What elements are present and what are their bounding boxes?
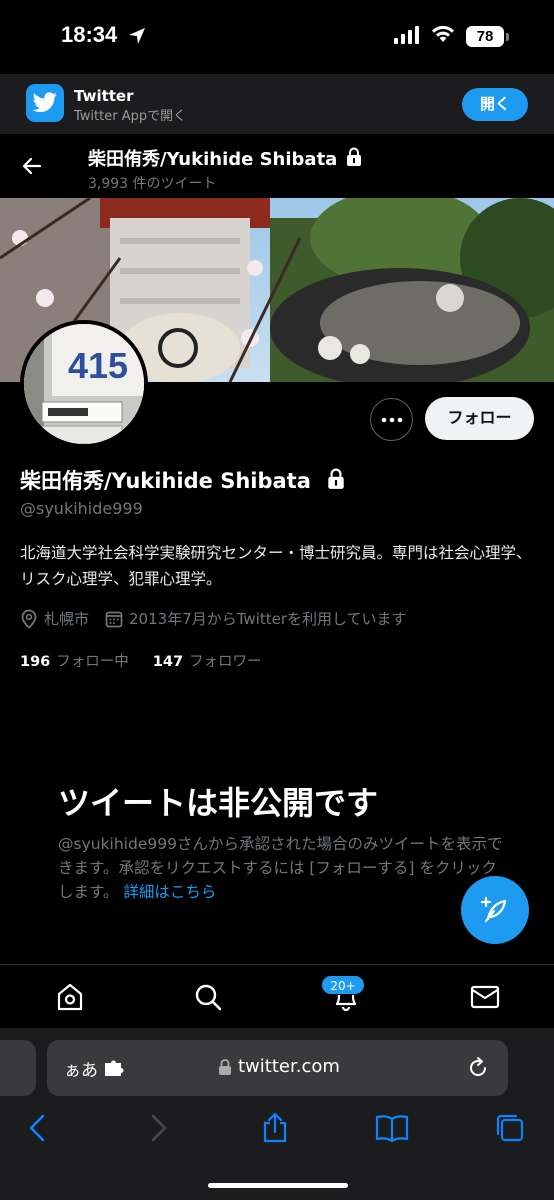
profile-display-name: 柴田侑秀/Yukihide Shibata [20, 469, 311, 493]
search-icon[interactable] [194, 982, 222, 1012]
back-chevron-icon[interactable] [26, 1112, 50, 1144]
profile-stats: 196 フォロー中 147 フォロワー [20, 650, 286, 671]
location-pin-icon [21, 609, 37, 629]
open-app-button[interactable]: 開く [462, 88, 528, 121]
location-arrow-icon [129, 28, 145, 44]
battery-indicator: 78 [466, 26, 504, 47]
header-tweet-count: 3,993 件のツイート [88, 176, 217, 192]
back-arrow-icon[interactable] [20, 154, 44, 178]
battery-tip [506, 33, 509, 41]
twitter-app-icon [26, 84, 64, 122]
more-options-button[interactable] [370, 398, 413, 441]
home-indicator [208, 1183, 348, 1188]
reload-icon[interactable] [466, 1055, 490, 1079]
profile-handle: @syukihide999 [20, 499, 143, 518]
calendar-icon [105, 611, 123, 627]
mail-icon[interactable] [470, 982, 500, 1012]
url-text[interactable]: twitter.com [238, 1056, 340, 1077]
private-tweets-description: @syukihide999さんから承認された場合のみツイートを表示できます。承認… [58, 832, 508, 904]
cellular-signal-icon [394, 26, 419, 44]
private-tweets-title: ツイートは非公開です [58, 784, 379, 822]
avatar-room-number: 415 [68, 345, 128, 386]
banner-app-name: Twitter [74, 87, 134, 105]
status-time: 18:34 [61, 22, 118, 47]
share-icon[interactable] [261, 1112, 289, 1144]
follow-button[interactable]: フォロー [425, 397, 534, 440]
wifi-icon [432, 25, 454, 42]
bookmarks-icon[interactable] [375, 1112, 409, 1144]
learn-more-link[interactable]: 詳細はこちら [123, 883, 216, 901]
followers-label: フォロワー [189, 654, 262, 670]
profile-joined-text: 2013年7月からTwitterを利用しています [129, 610, 407, 628]
profile-bio: 北海道大学社会科学実験研究センター・博士研究員。専門は社会心理学、リスク心理学、… [20, 544, 532, 588]
protected-lock-icon [328, 468, 344, 489]
compose-feather-icon [480, 896, 507, 923]
avatar-image: 415 [24, 324, 144, 444]
followers-stat[interactable]: 147 フォロワー [153, 650, 262, 671]
profile-avatar[interactable]: 415 [20, 320, 148, 448]
compose-tweet-button[interactable] [461, 876, 529, 944]
more-dots-icon [381, 417, 402, 422]
following-count: 196 [20, 654, 51, 670]
banner-subtitle: Twitter Appで開く [74, 109, 187, 124]
page-settings-button[interactable]: ぁあ [64, 1056, 98, 1081]
url-lock-icon [219, 1059, 231, 1075]
extension-puzzle-icon[interactable] [103, 1060, 125, 1078]
twitter-bird-icon [32, 92, 57, 113]
home-icon[interactable] [56, 982, 84, 1012]
following-label: フォロー中 [56, 654, 129, 670]
previous-tab-preview[interactable] [0, 1040, 36, 1096]
followers-count: 147 [152, 654, 184, 670]
following-stat[interactable]: 196 フォロー中 [20, 650, 129, 671]
profile-location: 札幌市 [20, 608, 89, 629]
forward-chevron-icon[interactable] [146, 1112, 170, 1144]
protected-lock-icon [347, 147, 361, 166]
profile-joined: 2013年7月からTwitterを利用しています [105, 608, 407, 629]
header-display-name: 柴田侑秀/Yukihide Shibata [88, 149, 338, 170]
profile-location-text: 札幌市 [44, 610, 90, 628]
notification-badge: 20+ [321, 975, 365, 995]
tabs-icon[interactable] [494, 1112, 526, 1144]
profile-meta: 札幌市 2013年7月からTwitterを利用しています [20, 608, 423, 629]
